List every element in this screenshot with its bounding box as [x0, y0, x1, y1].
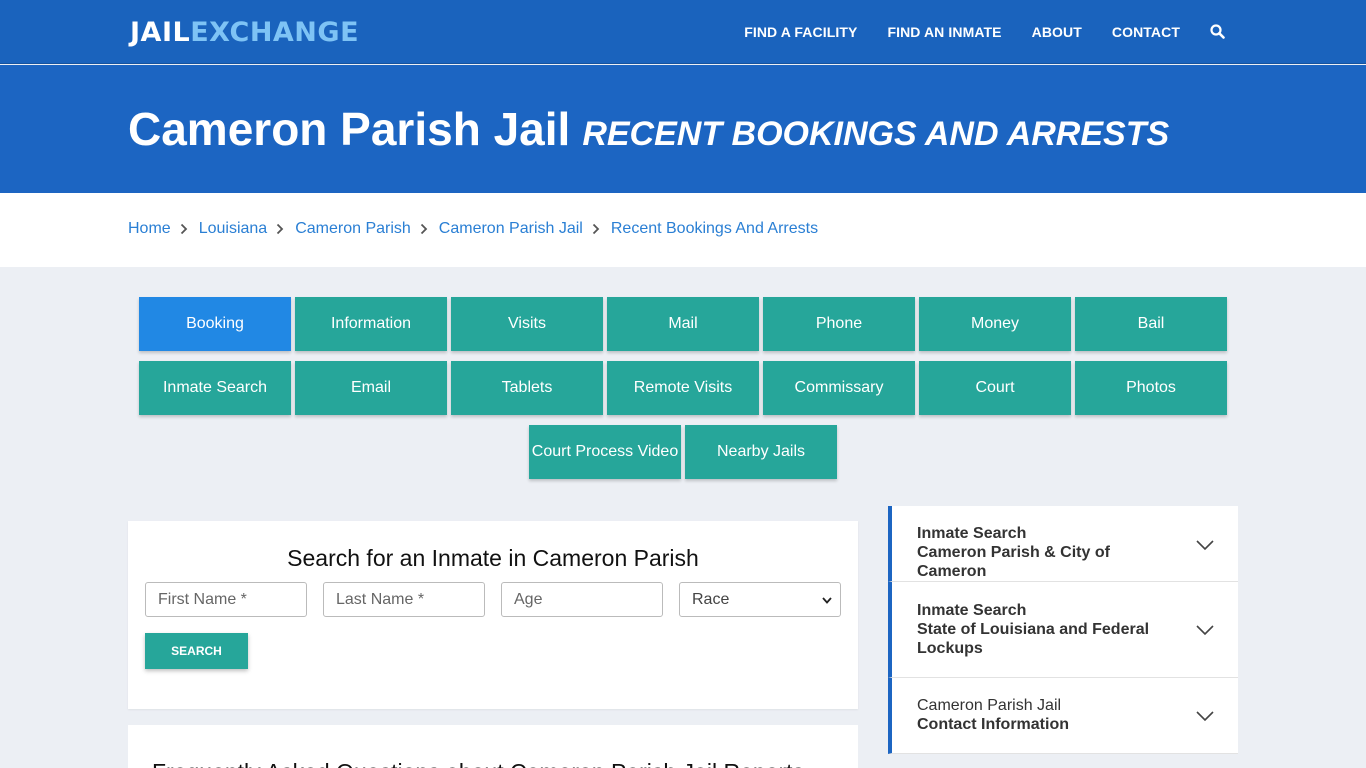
chevron-right-icon — [180, 222, 190, 236]
accordion-label: Inmate Search Cameron Parish & City of C… — [917, 524, 1177, 581]
menu-court-button[interactable]: Court — [919, 361, 1071, 415]
menu-nearby-jails-button[interactable]: Nearby Jails — [685, 425, 837, 479]
top-navbar: JAILEXCHANGE FIND A FACILITY FIND AN INM… — [0, 0, 1366, 64]
accordion-label: Cameron Parish Jail Contact Information — [917, 696, 1177, 734]
faq-card: Frequently Asked Questions about Cameron… — [128, 725, 858, 768]
page-hero: Cameron Parish Jail RECENT BOOKINGS AND A… — [0, 65, 1366, 193]
inmate-search-card: Search for an Inmate in Cameron Parish F… — [128, 521, 858, 709]
nav-find-inmate[interactable]: FIND AN INMATE — [887, 24, 1001, 40]
age-input[interactable]: Age — [501, 582, 663, 617]
breadcrumb-louisiana[interactable]: Louisiana — [199, 220, 268, 238]
menu-mail-button[interactable]: Mail — [607, 297, 759, 351]
nav-contact[interactable]: CONTACT — [1112, 24, 1180, 40]
accordion-contact-information[interactable]: Cameron Parish Jail Contact Information — [888, 678, 1238, 754]
menu-commissary-button[interactable]: Commissary — [763, 361, 915, 415]
menu-money-button[interactable]: Money — [919, 297, 1071, 351]
chevron-down-icon — [1196, 538, 1214, 551]
menu-court-process-video-button[interactable]: Court Process Video — [529, 425, 681, 479]
main-nav: FIND A FACILITY FIND AN INMATE ABOUT CON… — [714, 0, 1226, 64]
menu-information-button[interactable]: Information — [295, 297, 447, 351]
accordion-inmate-search-state[interactable]: Inmate Search State of Louisiana and Fed… — [888, 582, 1238, 678]
breadcrumb-home[interactable]: Home — [128, 220, 171, 238]
accordion-line2: State of Louisiana and Federal Lockups — [917, 621, 1150, 657]
menu-inmate-search-button[interactable]: Inmate Search — [139, 361, 291, 415]
breadcrumb-bar: Home Louisiana Cameron Parish Cameron Pa… — [0, 193, 1366, 267]
chevron-down-icon — [822, 591, 832, 609]
accordion-line2: Cameron Parish & City of Cameron — [917, 544, 1110, 580]
menu-photos-button[interactable]: Photos — [1075, 361, 1227, 415]
site-logo[interactable]: JAILEXCHANGE — [130, 17, 359, 49]
breadcrumb: Home Louisiana Cameron Parish Cameron Pa… — [128, 220, 818, 238]
chevron-right-icon — [420, 222, 430, 236]
search-button[interactable]: SEARCH — [145, 633, 248, 669]
menu-remote-visits-button[interactable]: Remote Visits — [607, 361, 759, 415]
search-icon[interactable] — [1210, 24, 1226, 40]
accordion-line1: Cameron Parish Jail — [917, 697, 1062, 714]
search-card-title: Search for an Inmate in Cameron Parish — [287, 545, 699, 571]
accordion-line1: Inmate Search — [917, 525, 1027, 542]
last-name-input[interactable]: Last Name * — [323, 582, 485, 617]
breadcrumb-cameron-parish-jail[interactable]: Cameron Parish Jail — [439, 220, 583, 238]
logo-jail: JAIL — [130, 17, 191, 48]
page-subtitle: RECENT BOOKINGS AND ARRESTS — [582, 115, 1170, 153]
menu-bail-button[interactable]: Bail — [1075, 297, 1227, 351]
menu-visits-button[interactable]: Visits — [451, 297, 603, 351]
menu-phone-button[interactable]: Phone — [763, 297, 915, 351]
nav-find-facility[interactable]: FIND A FACILITY — [744, 24, 857, 40]
breadcrumb-cameron-parish[interactable]: Cameron Parish — [295, 220, 411, 238]
first-name-input[interactable]: First Name * — [145, 582, 307, 617]
page-title-main: Cameron Parish Jail — [128, 103, 571, 155]
race-select-value: Race — [692, 590, 730, 608]
race-select[interactable]: Race — [679, 582, 841, 617]
chevron-down-icon — [1196, 709, 1214, 722]
chevron-right-icon — [592, 222, 602, 236]
menu-email-button[interactable]: Email — [295, 361, 447, 415]
accordion-inmate-search-parish[interactable]: Inmate Search Cameron Parish & City of C… — [888, 506, 1238, 582]
chevron-right-icon — [276, 222, 286, 236]
accordion-line1: Inmate Search — [917, 602, 1027, 619]
accordion-label: Inmate Search State of Louisiana and Fed… — [917, 601, 1177, 658]
chevron-down-icon — [1196, 623, 1214, 636]
logo-exchange: EXCHANGE — [190, 17, 360, 48]
menu-tablets-button[interactable]: Tablets — [451, 361, 603, 415]
nav-about[interactable]: ABOUT — [1032, 24, 1082, 40]
faq-title: Frequently Asked Questions about Cameron… — [152, 759, 804, 768]
page-title: Cameron Parish Jail RECENT BOOKINGS AND A… — [128, 101, 1169, 162]
menu-booking-button[interactable]: Booking — [139, 297, 291, 351]
breadcrumb-recent-bookings[interactable]: Recent Bookings And Arrests — [611, 220, 818, 238]
accordion-line2: Contact Information — [917, 716, 1069, 733]
